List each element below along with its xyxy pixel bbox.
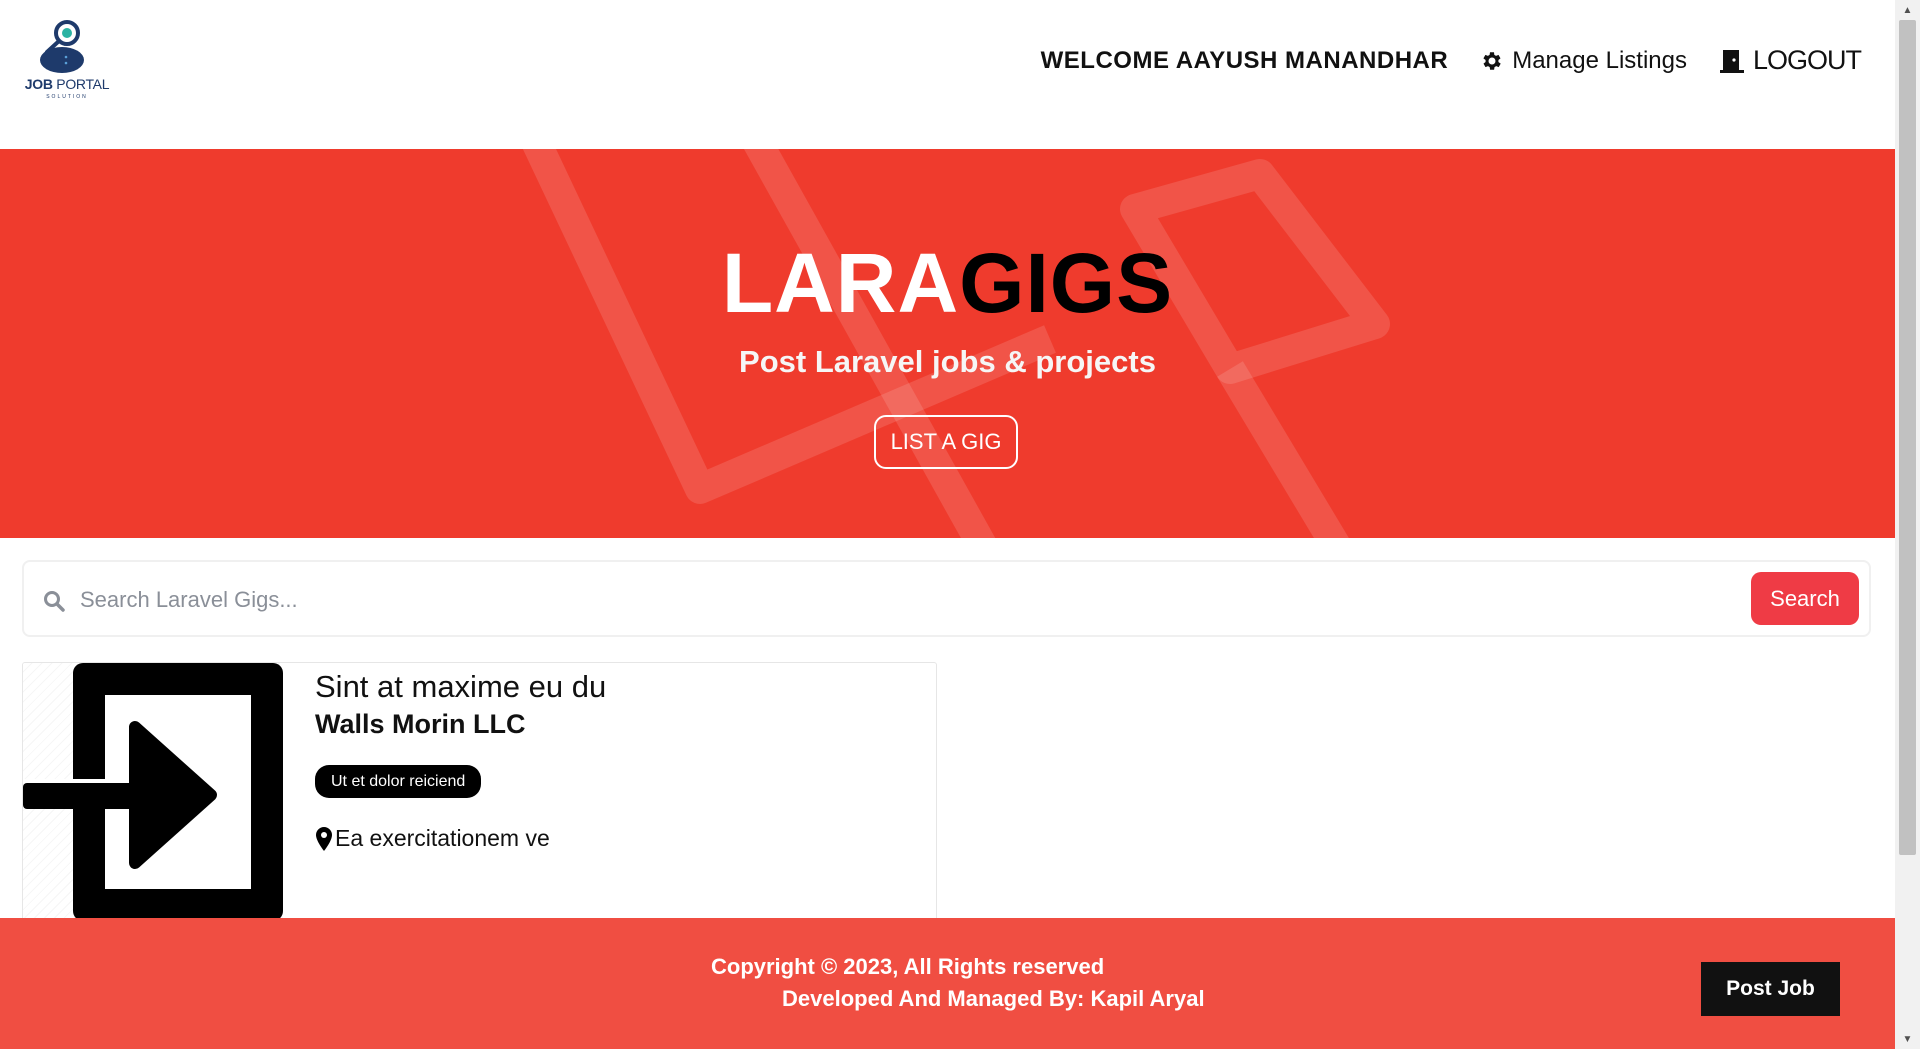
footer-developer: Developed And Managed By: Kapil Aryal <box>782 986 1205 1011</box>
logo[interactable]: JOB PORTAL SOLUTION <box>22 16 112 102</box>
scroll-up-arrow-icon[interactable]: ▲ <box>1895 0 1920 20</box>
hero-title-gigs: GIGS <box>959 236 1174 330</box>
logo-text-secondary: PORTAL <box>56 76 110 92</box>
door-icon <box>1719 49 1744 73</box>
job-search-logo-icon <box>40 20 84 73</box>
manage-listings-link[interactable]: Manage Listings <box>1480 47 1687 75</box>
welcome-text: WELCOME AAYUSH MANANDHAR <box>1040 46 1449 74</box>
logout-label: LOGOUT <box>1752 45 1862 75</box>
listing-location-text: Ea exercitationem ve <box>335 825 550 851</box>
listing-title[interactable]: Sint at maxime eu du <box>315 669 606 705</box>
search-icon <box>44 591 65 612</box>
hero-subtitle: Post Laravel jobs & projects <box>739 344 1156 379</box>
gear-icon <box>1483 51 1501 70</box>
scroll-down-arrow-icon[interactable]: ▼ <box>1895 1029 1920 1049</box>
post-job-button[interactable]: Post Job <box>1701 962 1840 1016</box>
search-form: Search <box>22 560 1871 637</box>
map-pin-icon <box>316 826 332 851</box>
page: JOB PORTAL SOLUTION WELCOME AAYUSH MANAN… <box>0 0 1895 1049</box>
nav-menu: WELCOME AAYUSH MANANDHAR Manage Listings… <box>1040 45 1862 76</box>
list-a-gig-button[interactable]: LIST A GIG <box>874 415 1018 469</box>
logo-text: JOB PORTAL <box>22 76 112 92</box>
logo-tagline: SOLUTION <box>46 94 88 100</box>
search-button[interactable]: Search <box>1751 572 1859 625</box>
listing-location: Ea exercitationem ve <box>315 825 550 852</box>
listing-tag[interactable]: Ut et dolor reiciend <box>315 765 482 798</box>
logout-link[interactable]: LOGOUT <box>1719 45 1862 76</box>
page-scrollbar[interactable]: ▲ ▼ <box>1895 0 1920 1049</box>
manage-listings-label: Manage Listings <box>1512 46 1687 74</box>
hero-title: LARAGIGS <box>0 235 1895 332</box>
footer: Copyright © 2023, All Rights reserved De… <box>0 918 1895 1049</box>
navbar: JOB PORTAL SOLUTION WELCOME AAYUSH MANAN… <box>0 0 1895 149</box>
listing-company: Walls Morin LLC <box>315 709 526 739</box>
footer-copyright: Copyright © 2023, All Rights reserved <box>711 954 1105 979</box>
hero-banner: LARAGIGS Post Laravel jobs & projects LI… <box>0 149 1895 538</box>
listing-card[interactable]: Sint at maxime eu du Walls Morin LLC Ut … <box>22 662 937 962</box>
hero-title-lara: LARA <box>721 236 960 330</box>
search-input[interactable] <box>78 576 1762 624</box>
scrollbar-thumb[interactable] <box>1899 20 1916 855</box>
logo-text-primary: JOB <box>24 76 53 92</box>
